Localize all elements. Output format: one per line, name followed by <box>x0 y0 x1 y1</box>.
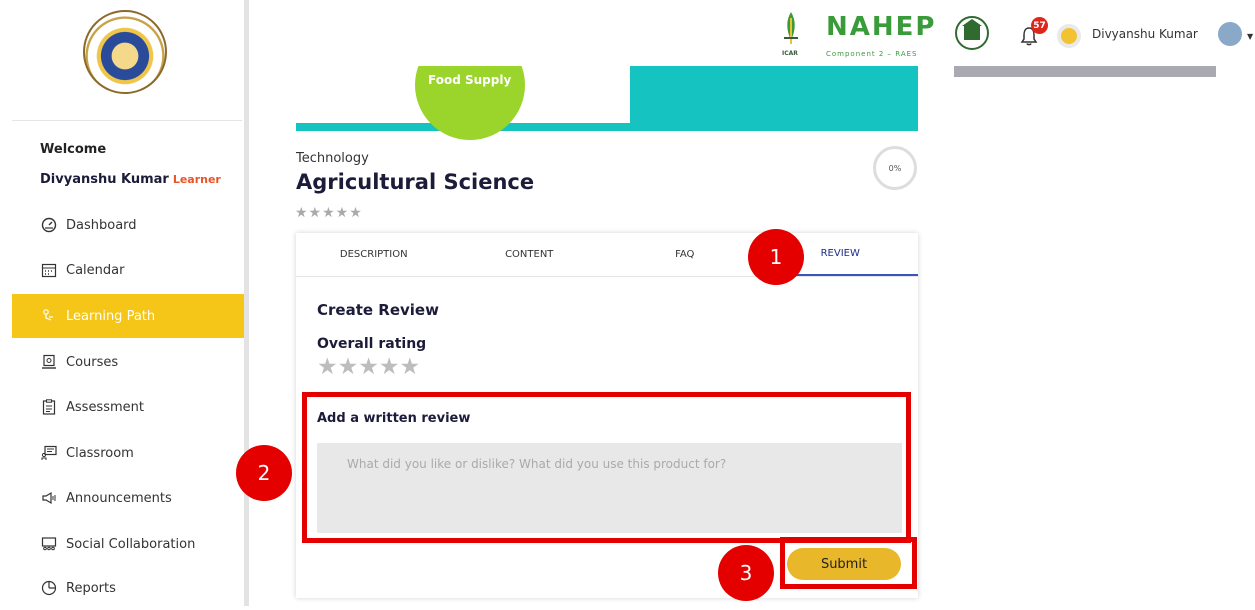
highlight-box-submit <box>780 537 917 589</box>
sidebar-item-label: Social Collaboration <box>66 536 196 552</box>
sidebar-item-social-collaboration[interactable]: Social Collaboration <box>0 522 244 566</box>
progress-indicator: 0% <box>873 146 917 190</box>
avatar[interactable] <box>1057 24 1081 48</box>
welcome-text: Welcome <box>40 142 107 157</box>
rating-star-input[interactable]: ★★★★★ <box>317 354 420 380</box>
sidebar-item-reports[interactable]: Reports <box>0 566 244 610</box>
sidebar-item-label: Assessment <box>66 399 144 415</box>
profile-avatar[interactable] <box>1218 22 1242 46</box>
icar-text: ICAR <box>782 50 798 57</box>
tab-content[interactable]: CONTENT <box>452 233 608 276</box>
sidebar: Welcome Divyanshu Kumar Learner Dashboard… <box>0 0 244 606</box>
sidebar-item-label: Calendar <box>66 262 125 278</box>
header-user-name[interactable]: Divyanshu Kumar <box>1092 27 1198 41</box>
sidebar-item-label: Classroom <box>66 445 134 461</box>
side-panel-bar <box>954 66 1216 77</box>
icar-logo <box>83 10 167 94</box>
notification-badge: 57 <box>1031 17 1048 34</box>
user-role: Learner <box>172 173 221 186</box>
tab-faq[interactable]: FAQ <box>607 233 763 276</box>
sidebar-item-label: Courses <box>66 354 119 370</box>
sidebar-item-announcements[interactable]: Announcements <box>0 476 244 520</box>
reports-icon <box>40 579 58 597</box>
calendar-icon <box>40 261 58 279</box>
overall-rating-label: Overall rating <box>317 336 427 352</box>
divider <box>12 120 242 121</box>
sidebar-item-label: Announcements <box>66 490 172 506</box>
university-seal-icon <box>955 16 989 50</box>
sidebar-item-label: Learning Path <box>66 308 156 324</box>
sidebar-item-classroom[interactable]: Classroom <box>0 431 244 475</box>
chevron-down-icon[interactable]: ▼ <box>1247 32 1253 41</box>
icar-emblem-icon <box>784 12 798 44</box>
announcements-icon <box>40 489 58 507</box>
social-collaboration-icon <box>40 535 58 553</box>
brand-logo-text: NAHEP <box>826 12 937 42</box>
sidebar-item-learning-path[interactable]: Learning Path <box>12 294 244 338</box>
sidebar-item-courses[interactable]: Courses <box>0 340 244 384</box>
dashboard-icon <box>40 216 58 234</box>
sidebar-scrollbar[interactable] <box>244 0 249 606</box>
create-review-heading: Create Review <box>317 301 439 319</box>
assessment-icon <box>40 398 58 416</box>
learning-path-icon <box>40 307 58 325</box>
sidebar-item-label: Reports <box>66 580 116 596</box>
tab-description[interactable]: DESCRIPTION <box>296 233 452 276</box>
callout-2: 2 <box>236 445 292 501</box>
sidebar-item-dashboard[interactable]: Dashboard <box>0 203 244 247</box>
banner-label: Food Supply <box>428 73 512 87</box>
brand-subtitle: Component 2 – RAES <box>826 50 918 58</box>
sidebar-user-name: Divyanshu Kumar <box>40 172 169 187</box>
highlight-box-review <box>302 392 911 543</box>
courses-icon <box>40 353 58 371</box>
course-rating-stars: ★★★★★ <box>295 205 363 221</box>
sidebar-user: Divyanshu Kumar Learner <box>40 172 221 187</box>
sidebar-item-label: Dashboard <box>66 217 137 233</box>
callout-3: 3 <box>718 545 774 601</box>
sidebar-item-calendar[interactable]: Calendar <box>0 248 244 292</box>
course-title: Agricultural Science <box>296 170 535 194</box>
callout-1: 1 <box>748 229 804 285</box>
tab-bar: DESCRIPTION CONTENT FAQ REVIEW <box>296 233 918 277</box>
sidebar-item-assessment[interactable]: Assessment <box>0 385 244 429</box>
course-category: Technology <box>296 151 369 166</box>
classroom-icon <box>40 444 58 462</box>
